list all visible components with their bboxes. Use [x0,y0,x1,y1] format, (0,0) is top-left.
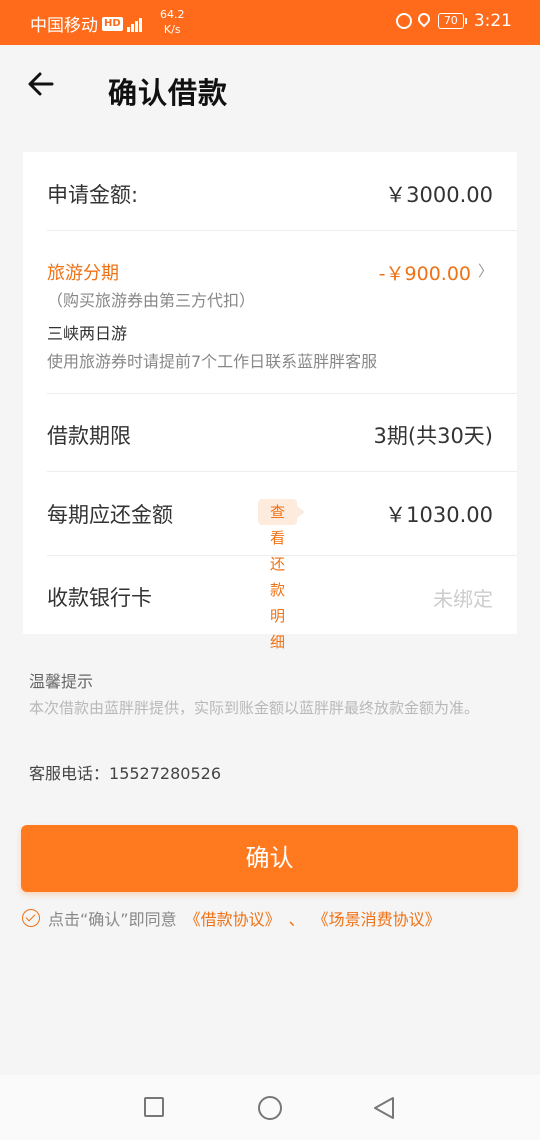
view-repayment-detail-button[interactable]: 查看还款明细 [258,499,306,651]
divider [47,230,517,231]
bank-card-label: 收款银行卡 [47,586,152,610]
agreement-separator: 、 [288,910,305,929]
service-phone-number[interactable]: 15527280526 [109,764,221,783]
confirm-button[interactable]: 确认 [21,825,518,892]
checkbox-icon[interactable] [22,909,40,927]
system-nav-bar [0,1075,540,1140]
divider [47,555,517,556]
back-arrow-icon[interactable] [26,69,56,99]
apply-amount-row: 申请金额: ￥3000.00 [47,179,493,209]
status-right: 70 3:21 [395,11,512,31]
apply-amount-label: 申请金额: [47,183,139,207]
tips-body: 本次借款由蓝胖胖提供，实际到账金额以蓝胖胖最终放款金额为准。 [29,699,480,717]
loan-term-value: 3期(共30天) [373,424,493,448]
back-triangle-icon[interactable] [372,1095,396,1121]
location-icon [418,13,430,29]
recent-apps-icon[interactable] [144,1097,164,1117]
carrier-label: 中国移动 [30,16,98,36]
page-header: 确认借款 [0,45,540,130]
status-bar: 中国移动 HD 64.2 K/s 70 3:21 [0,0,540,45]
apply-amount-value: ￥3000.00 [385,183,493,207]
trip-info: 三峡两日游 使用旅游券时请提前7个工作日联系蓝胖胖客服 [47,320,493,372]
page-title: 确认借款 [108,76,229,110]
tips-title: 温馨提示 [29,672,94,691]
signal-icon [126,16,143,32]
repay-per-period-value: ￥1030.00 [385,503,493,527]
home-icon[interactable] [258,1096,282,1120]
agreement-row: 点击“确认”即同意 《借款协议》 、 《场景消费协议》 [22,906,441,930]
divider [47,471,517,472]
service-phone-label: 客服电话： [29,764,110,783]
hd-badge: HD [102,16,123,31]
loan-term-row: 借款期限 3期(共30天) [47,420,493,450]
chevron-right-icon[interactable]: 〉 [478,260,493,281]
loan-agreement-link[interactable]: 《借款协议》 [185,906,281,930]
speed-value: 64.2 [160,8,185,21]
network-speed: 64.2 K/s [160,7,185,37]
trip-note: 使用旅游券时请提前7个工作日联系蓝胖胖客服 [47,352,378,371]
travel-installment-subtitle: （购买旅游券由第三方代扣） [47,291,256,310]
loan-info-card: 申请金额: ￥3000.00 旅游分期 （购买旅游券由第三方代扣） -￥900.… [23,152,517,651]
repay-per-period-label: 每期应还金额 [47,503,173,527]
repay-per-period-row: 每期应还金额 查看还款明细 ￥1030.00 [47,499,493,651]
agreement-prefix: 点击“确认”即同意 [48,910,177,929]
consumption-agreement-link[interactable]: 《场景消费协议》 [313,906,441,930]
speed-unit: K/s [163,23,181,36]
clock: 3:21 [473,11,512,31]
bank-card-row[interactable]: 收款银行卡 未绑定 [47,582,493,612]
trip-name: 三峡两日游 [47,324,128,343]
travel-installment-row[interactable]: 旅游分期 （购买旅游券由第三方代扣） -￥900.00 〉 [47,259,493,311]
divider [47,393,517,394]
status-left: 中国移动 HD [30,11,143,36]
travel-installment-amount: -￥900.00 [378,263,471,285]
tips-section: 温馨提示 本次借款由蓝胖胖提供，实际到账金额以蓝胖胖最终放款金额为准。 [29,668,509,721]
bank-card-status: 未绑定 [433,587,493,611]
alarm-icon [395,13,412,29]
loan-term-label: 借款期限 [47,424,131,448]
service-phone: 客服电话：15527280526 [29,760,221,784]
battery-icon: 70 [437,13,467,29]
